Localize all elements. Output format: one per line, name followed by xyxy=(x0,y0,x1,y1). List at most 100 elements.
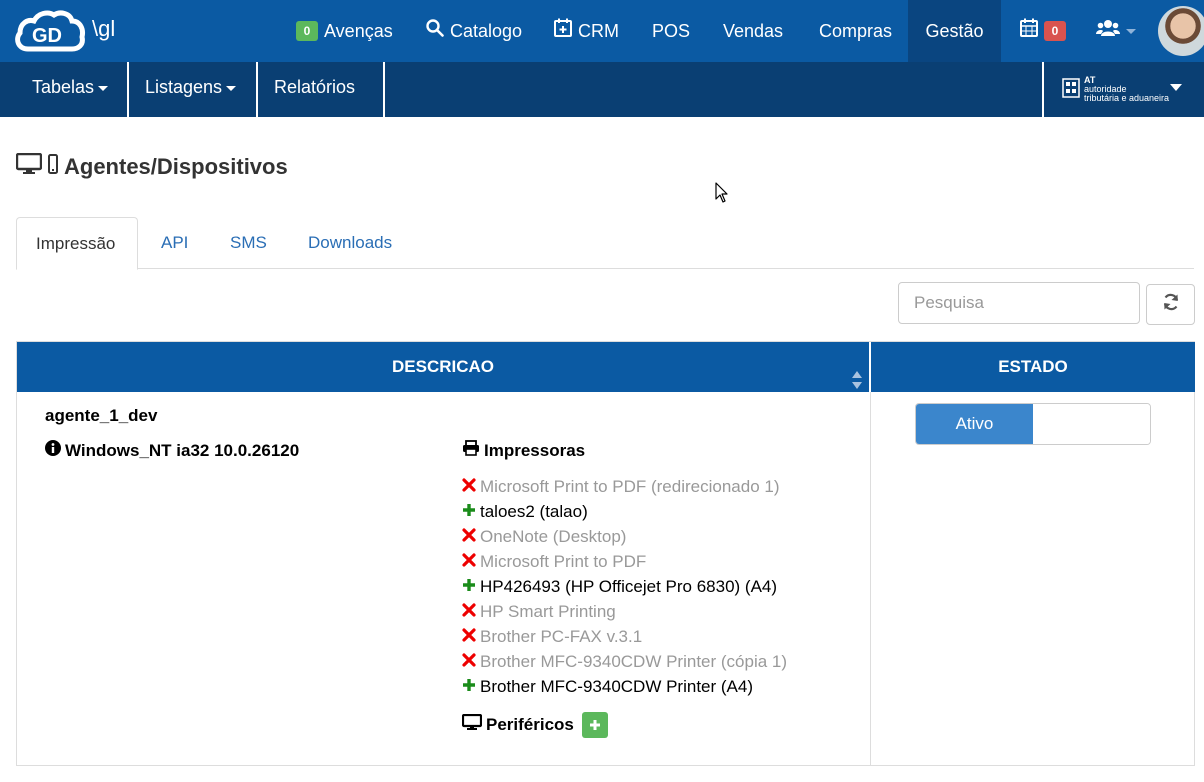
nav-crm[interactable]: CRM xyxy=(542,0,631,62)
remove-icon[interactable] xyxy=(462,602,476,622)
printers-heading: Impressoras xyxy=(462,440,585,461)
cloud-logo-icon[interactable]: GD xyxy=(14,9,86,53)
remove-icon[interactable] xyxy=(462,652,476,672)
nav-avencas-label: Avenças xyxy=(324,21,393,41)
at-authority-dropdown[interactable]: AT autoridade tributária e aduaneira xyxy=(1042,62,1204,117)
menu-listagens-label: Listagens xyxy=(145,77,223,97)
printer-name: HP Smart Printing xyxy=(480,601,616,621)
nav-vendas-label: Vendas xyxy=(723,21,784,41)
search-icon xyxy=(426,0,444,62)
printer-name: Brother MFC-9340CDW Printer (A4) xyxy=(480,676,754,696)
user-avatar[interactable] xyxy=(1158,6,1204,56)
plus-icon[interactable] xyxy=(462,677,476,697)
menu-tabelas-label: Tabelas xyxy=(32,77,95,97)
remove-icon[interactable] xyxy=(462,527,476,547)
printer-name: Brother PC-FAX v.3.1 xyxy=(480,626,643,646)
caret-down-icon xyxy=(278,135,288,141)
nav-pos[interactable]: POS xyxy=(640,0,702,62)
avencas-badge: 0 xyxy=(296,21,318,41)
printer-item[interactable]: Brother MFC-9340CDW Printer (cópia 1) xyxy=(462,649,787,674)
top-navbar: GD \gl 0 Avenças Catalogo CRM POS Vendas… xyxy=(0,0,1204,62)
status-toggle[interactable]: Ativo xyxy=(915,403,1151,445)
os-info-text: Windows_NT ia32 10.0.26120 xyxy=(65,440,300,460)
at-logo-line3: tributária e aduaneira xyxy=(1084,93,1170,103)
printer-name: OneNote (Desktop) xyxy=(480,526,627,546)
calendar-icon xyxy=(1020,0,1038,62)
nav-vendas[interactable]: Vendas xyxy=(711,0,795,62)
tab-api[interactable]: API xyxy=(142,217,207,269)
printer-item[interactable]: taloes2 (talao) xyxy=(462,499,787,524)
calendar-badge: 0 xyxy=(1044,21,1066,41)
search-input[interactable] xyxy=(898,282,1140,324)
column-header-descricao[interactable]: DESCRICAO xyxy=(17,342,870,392)
printer-item[interactable]: HP426493 (HP Officejet Pro 6830) (A4) xyxy=(462,574,787,599)
page-title-text: Agentes/Dispositivos xyxy=(64,154,288,179)
at-crest-icon xyxy=(1062,78,1080,98)
column-header-estado[interactable]: ESTADO xyxy=(871,342,1195,392)
users-icon xyxy=(1096,0,1120,62)
agents-table: DESCRICAO ESTADO agente_1_dev Windows_NT… xyxy=(16,341,1195,766)
printer-item[interactable]: Brother PC-FAX v.3.1 xyxy=(462,624,787,649)
page-title: Agentes/Dispositivos xyxy=(15,152,288,181)
printer-item[interactable]: OneNote (Desktop) xyxy=(462,524,787,549)
nav-catalogo[interactable]: Catalogo xyxy=(414,0,534,62)
tab-impressao[interactable]: Impressão xyxy=(16,217,138,270)
secondary-navbar: Tabelas Listagens Relatórios AT autorida… xyxy=(0,62,1204,141)
printer-item[interactable]: Microsoft Print to PDF xyxy=(462,549,787,574)
mouse-cursor-icon xyxy=(715,182,729,209)
nav-calendar[interactable]: 0 xyxy=(1008,0,1078,62)
nav-pos-label: POS xyxy=(652,21,691,41)
remove-icon[interactable] xyxy=(462,627,476,647)
calendar-plus-icon xyxy=(554,0,572,62)
refresh-icon xyxy=(1161,292,1181,317)
column-divider xyxy=(870,392,871,766)
printer-name: Microsoft Print to PDF xyxy=(480,551,647,571)
chevron-down-icon xyxy=(1126,28,1136,34)
printer-icon xyxy=(462,440,480,461)
os-info: Windows_NT ia32 10.0.26120 xyxy=(45,440,299,461)
plus-icon[interactable] xyxy=(462,502,476,522)
column-header-descricao-label: DESCRICAO xyxy=(391,357,494,376)
mobile-icon xyxy=(48,154,58,180)
nav-crm-label: CRM xyxy=(578,21,619,41)
nav-gestao-label: Gestão xyxy=(925,21,984,41)
plus-icon xyxy=(589,720,600,730)
printer-name: HP426493 (HP Officejet Pro 6830) (A4) xyxy=(480,576,778,596)
sort-icon xyxy=(851,359,863,409)
status-toggle-on-label: Ativo xyxy=(916,404,1033,444)
printer-item[interactable]: Brother MFC-9340CDW Printer (A4) xyxy=(462,674,787,699)
agent-name: agente_1_dev xyxy=(45,406,158,425)
printer-name: Brother MFC-9340CDW Printer (cópia 1) xyxy=(480,651,788,671)
printer-item[interactable]: HP Smart Printing xyxy=(462,599,787,624)
brand-text[interactable]: \gl xyxy=(92,16,115,42)
peripherals-heading-text: Periféricos xyxy=(486,715,574,734)
printer-name: Microsoft Print to PDF (redirecionado 1) xyxy=(480,476,780,496)
plus-icon[interactable] xyxy=(462,577,476,597)
nav-users-dropdown[interactable] xyxy=(1084,0,1148,62)
nav-gestao[interactable]: Gestão xyxy=(908,0,1001,62)
nav-catalogo-label: Catalogo xyxy=(450,21,523,41)
remove-icon[interactable] xyxy=(462,477,476,497)
printer-name: taloes2 (talao) xyxy=(480,501,588,521)
nav-compras-label: Compras xyxy=(819,21,893,41)
peripherals-heading: Periféricos xyxy=(461,712,608,738)
chevron-down-icon xyxy=(1170,84,1182,91)
menu-listagens[interactable]: Listagens xyxy=(129,62,258,117)
printers-heading-text: Impressoras xyxy=(484,440,586,460)
tab-sms[interactable]: SMS xyxy=(211,217,286,269)
caret-down-icon xyxy=(98,85,109,91)
nav-compras[interactable]: Compras xyxy=(807,0,904,62)
menu-tabelas[interactable]: Tabelas xyxy=(16,62,129,117)
refresh-button[interactable] xyxy=(1146,284,1195,325)
nav-avencas[interactable]: 0 Avenças xyxy=(284,0,405,62)
tab-downloads[interactable]: Downloads xyxy=(289,217,411,269)
remove-icon[interactable] xyxy=(462,552,476,572)
add-peripheral-button[interactable] xyxy=(581,712,608,738)
desktop-icon xyxy=(461,713,483,736)
printer-item[interactable]: Microsoft Print to PDF (redirecionado 1) xyxy=(462,474,787,499)
desktop-icon xyxy=(15,152,43,181)
svg-text:GD: GD xyxy=(32,25,62,47)
status-toggle-off-side xyxy=(1033,404,1150,444)
info-circle-icon xyxy=(45,440,61,461)
menu-relatorios[interactable]: Relatórios xyxy=(258,62,385,141)
